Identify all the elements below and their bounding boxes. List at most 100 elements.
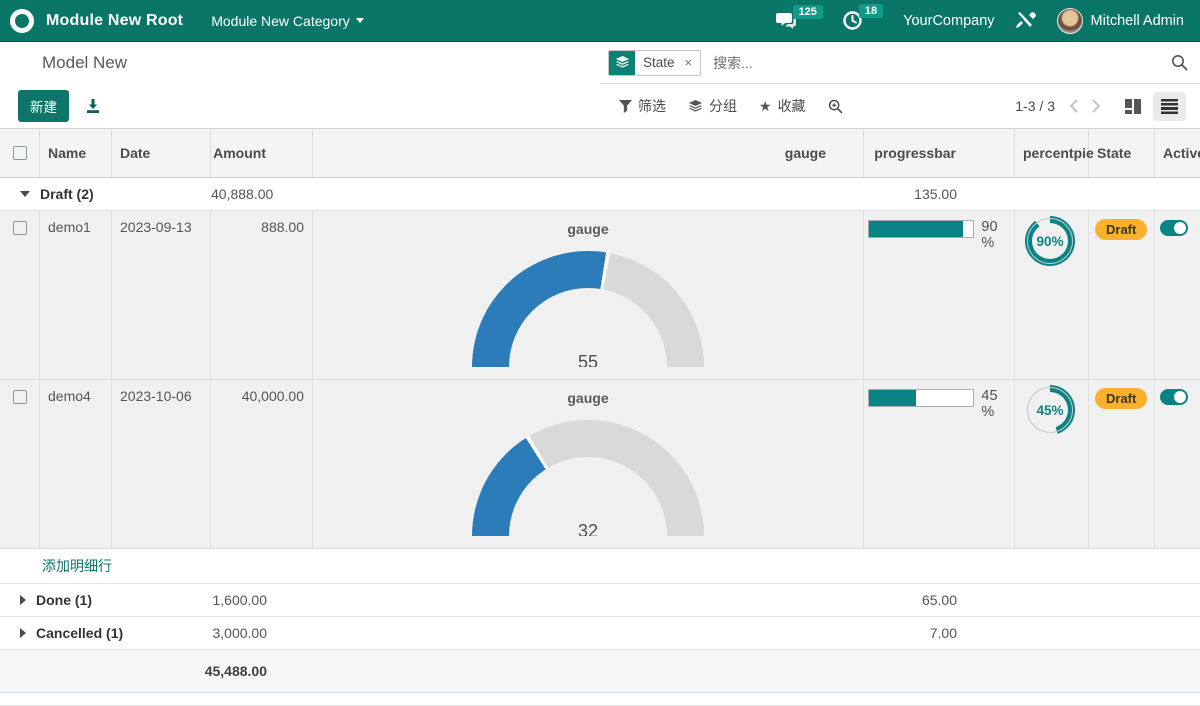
column-header-name[interactable]: Name <box>40 129 112 177</box>
cell-name[interactable]: demo1 <box>40 211 112 379</box>
facet-remove-button[interactable]: × <box>683 55 701 70</box>
cell-date[interactable]: 2023-10-06 <box>112 380 211 548</box>
group-row-done[interactable]: Done (1) 1,600.00 65.00 <box>0 584 1200 617</box>
cell-date[interactable]: 2023-09-13 <box>112 211 211 379</box>
breadcrumb-search-row: Model New State × 搜索... <box>0 42 1200 84</box>
percentpie-widget[interactable]: 45% <box>1015 380 1089 548</box>
active-toggle[interactable] <box>1160 389 1188 405</box>
debug-tools-icon[interactable] <box>1015 11 1037 31</box>
progressbar-track <box>868 389 974 407</box>
group-progress-total: 65.00 <box>864 592 1015 608</box>
gauge-value: 32 <box>472 521 704 536</box>
state-badge: Draft <box>1095 388 1147 409</box>
percentpie-label: 45% <box>1036 403 1063 418</box>
gauge-title: gauge <box>567 221 608 237</box>
cell-name[interactable]: demo4 <box>40 380 112 548</box>
table-footer: 45,488.00 <box>0 650 1200 693</box>
group-progress-total: 7.00 <box>864 625 1015 641</box>
layers-icon <box>688 99 703 114</box>
gauge-value: 55 <box>472 352 704 367</box>
group-label: Cancelled (1) <box>36 625 123 641</box>
user-avatar[interactable] <box>1057 8 1083 34</box>
expand-search-button[interactable] <box>828 99 843 114</box>
activities-button[interactable]: 18 <box>843 11 883 30</box>
progressbar-fill <box>869 221 963 237</box>
progressbar-widget[interactable]: 90 % <box>864 211 1015 379</box>
progressbar-fill <box>869 390 916 406</box>
table-row[interactable]: demo1 2023-09-13 888.00 gauge 55 90 % 90… <box>0 211 1200 380</box>
group-row-cancelled[interactable]: Cancelled (1) 3,000.00 7.00 <box>0 617 1200 650</box>
group-by-label: 分组 <box>709 96 737 116</box>
column-header-state[interactable]: State <box>1089 129 1155 177</box>
search-facet-state: State × <box>608 50 701 76</box>
pager-prev-icon[interactable] <box>1069 99 1078 113</box>
funnel-icon <box>619 100 632 113</box>
favorites-button[interactable]: ★ 收藏 <box>759 96 806 116</box>
add-line-row: 添加明细行 <box>0 549 1200 584</box>
gauge-widget[interactable]: gauge 32 <box>313 380 864 548</box>
active-toggle[interactable] <box>1160 220 1188 236</box>
column-header-progressbar[interactable]: progressbar <box>864 129 1015 177</box>
company-switcher[interactable]: YourCompany <box>903 13 994 29</box>
column-header-active[interactable]: Active <box>1155 129 1200 177</box>
group-amount-total: 3,000.00 <box>211 625 313 641</box>
create-button[interactable]: 新建 <box>18 90 69 122</box>
column-header-date[interactable]: Date <box>112 129 211 177</box>
gauge-chart: 55 <box>472 251 704 367</box>
state-badge: Draft <box>1095 219 1147 240</box>
caret-right-icon <box>20 628 26 638</box>
group-row-draft[interactable]: Draft (2) 40,888.00 135.00 <box>0 178 1200 211</box>
bottom-spacer <box>0 693 1200 706</box>
kanban-view-icon[interactable] <box>1119 93 1147 120</box>
odoo-logo-icon[interactable] <box>10 9 34 33</box>
table-row[interactable]: demo4 2023-10-06 40,000.00 gauge 32 45 %… <box>0 380 1200 549</box>
progressbar-label: 45 % <box>981 388 1014 420</box>
activities-count-badge: 18 <box>859 4 883 18</box>
column-header-amount[interactable]: Amount <box>211 129 313 177</box>
toggle-knob <box>1174 222 1186 234</box>
group-label: Done (1) <box>36 592 92 608</box>
nav-menu-category[interactable]: Module New Category <box>211 13 364 29</box>
search-bar[interactable]: State × 搜索... <box>600 42 1200 84</box>
view-switcher <box>1119 92 1186 121</box>
pager-range: 1-3 / 3 <box>1015 98 1055 114</box>
favorites-label: 收藏 <box>778 96 806 116</box>
magnifier-plus-icon <box>828 99 843 114</box>
cell-amount[interactable]: 888.00 <box>211 211 313 379</box>
pager: 1-3 / 3 <box>1015 98 1105 114</box>
group-by-button[interactable]: 分组 <box>688 96 737 116</box>
group-amount-total: 1,600.00 <box>211 592 313 608</box>
filters-button[interactable]: 筛选 <box>619 96 666 116</box>
cell-amount[interactable]: 40,000.00 <box>211 380 313 548</box>
download-icon[interactable] <box>85 98 101 114</box>
column-header-gauge[interactable]: gauge <box>313 129 864 177</box>
facet-label: State <box>635 55 683 70</box>
user-name[interactable]: Mitchell Admin <box>1091 13 1184 29</box>
progressbar-widget[interactable]: 45 % <box>864 380 1015 548</box>
footer-amount-total: 45,488.00 <box>211 650 313 692</box>
add-line-link[interactable]: 添加明细行 <box>42 556 112 576</box>
gauge-widget[interactable]: gauge 55 <box>313 211 864 379</box>
table-header: Name Date Amount gauge progressbar perce… <box>0 128 1200 178</box>
top-navbar: Module New Root Module New Category 125 … <box>0 0 1200 42</box>
app-title[interactable]: Module New Root <box>46 12 183 30</box>
row-checkbox[interactable] <box>13 390 27 404</box>
search-icon[interactable] <box>1171 54 1188 71</box>
select-all-checkbox[interactable] <box>13 146 27 160</box>
messages-button[interactable]: 125 <box>776 12 823 30</box>
caret-down-icon <box>20 191 30 197</box>
column-header-percentpie[interactable]: percentpie <box>1015 129 1089 177</box>
progressbar-track <box>868 220 974 238</box>
list-view-icon[interactable] <box>1153 92 1186 121</box>
star-icon: ★ <box>759 98 772 115</box>
nav-menu-label: Module New Category <box>211 13 350 29</box>
percentpie-ring: 45% <box>1025 385 1075 435</box>
percentpie-ring: 90% <box>1025 216 1075 266</box>
percentpie-widget[interactable]: 90% <box>1015 211 1089 379</box>
page-title[interactable]: Model New <box>42 53 127 73</box>
row-checkbox[interactable] <box>13 221 27 235</box>
pager-next-icon[interactable] <box>1092 99 1101 113</box>
search-input[interactable]: 搜索... <box>713 53 753 73</box>
filters-label: 筛选 <box>638 96 666 116</box>
chevron-down-icon <box>356 18 364 23</box>
